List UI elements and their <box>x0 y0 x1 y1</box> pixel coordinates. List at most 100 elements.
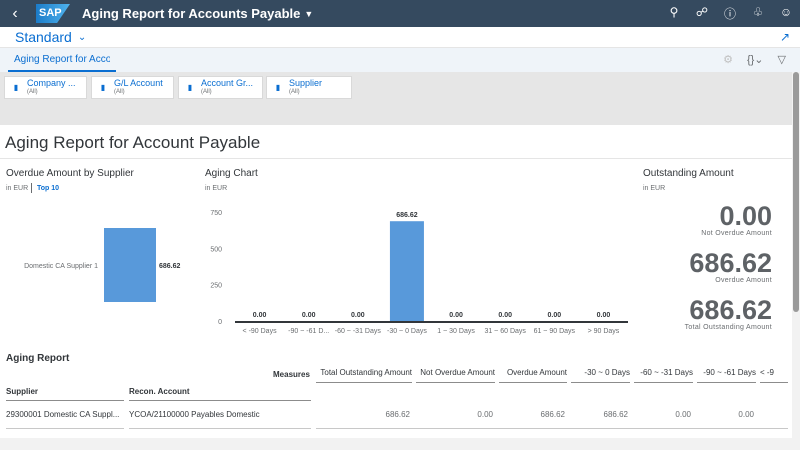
measures-label: Measures <box>273 370 310 379</box>
kpi-not-overdue: 0.00 Not Overdue Amount <box>701 201 772 238</box>
kpi-value: 686.62 <box>689 248 772 278</box>
divider <box>31 183 32 193</box>
filter-label: G/L Account <box>114 77 163 88</box>
chevron-down-icon[interactable]: ▼ <box>304 9 313 19</box>
divider <box>634 382 693 383</box>
x-tick-label: -30 ~ 0 Days <box>387 328 427 335</box>
bar <box>104 228 156 302</box>
cell-supplier: 29300001 Domestic CA Suppl... <box>6 410 120 419</box>
filter-gl-account[interactable]: ▮ G/L Account (All) <box>91 76 174 99</box>
x-tick-label: < -90 Days <box>243 328 278 335</box>
filter-account-group[interactable]: ▮ Account Gr... (All) <box>178 76 263 99</box>
data-label: 0.00 <box>449 312 463 319</box>
filter-value: (All) <box>201 88 212 95</box>
page-title: Aging Report for Account Payable <box>5 133 261 152</box>
col-overdue[interactable]: Overdue Amount <box>499 368 567 377</box>
divider <box>416 382 495 383</box>
y-tick-label: 0 <box>218 319 222 326</box>
cell-minus60-31: 0.00 <box>675 410 691 419</box>
filter-label: Supplier <box>289 77 323 88</box>
shell-bar: ‹ SAP Aging Report for Accounts Payable … <box>0 0 800 27</box>
y-tick-label: 250 <box>210 283 222 290</box>
x-tick-label: > 90 Days <box>588 328 620 335</box>
toolbar: ⚙ {}⌄ ▽ <box>723 53 786 66</box>
category-label: Domestic CA Supplier 1 <box>24 263 98 270</box>
braces-icon[interactable]: {}⌄ <box>747 53 764 66</box>
search-icon[interactable]: ⚲ <box>660 5 688 22</box>
data-label: 0.00 <box>498 312 512 319</box>
kpi-total-outstanding: 686.62 Total Outstanding Amount <box>684 295 772 332</box>
filter-icon[interactable]: ▽ <box>778 53 786 66</box>
tab-aging-report[interactable]: Aging Report for Account Payable <box>14 54 110 65</box>
bar <box>389 221 424 321</box>
divider <box>697 382 756 383</box>
footer-strip <box>0 438 800 450</box>
outstanding-unit: in EUR <box>643 185 666 192</box>
variant-selector[interactable]: Standard <box>15 29 72 45</box>
overdue-bar-chart: Domestic CA Supplier 1 686.62 <box>24 228 181 302</box>
data-label: 0.00 <box>253 312 267 319</box>
kpi-caption: Total Outstanding Amount <box>684 324 772 331</box>
y-tick-label: 750 <box>210 210 222 217</box>
x-tick-label: -90 ~ -61 D... <box>288 328 329 335</box>
top10-toggle[interactable]: Top 10 <box>37 185 59 192</box>
share-icon[interactable]: ↗ <box>780 30 790 44</box>
divider <box>0 158 792 159</box>
x-tick-label: 61 ~ 90 Days <box>534 328 576 335</box>
data-label: 686.62 <box>159 263 181 270</box>
cell-not-overdue: 0.00 <box>477 410 493 419</box>
notification-bell-icon[interactable]: ♧ <box>744 5 772 22</box>
copilot-icon[interactable]: ☍ <box>688 5 716 22</box>
help-icon[interactable]: ⓘ <box>716 5 744 22</box>
aging-unit: in EUR <box>205 185 228 192</box>
app-title[interactable]: Aging Report for Accounts Payable <box>82 6 300 21</box>
filter-company[interactable]: ▮ Company ... (All) <box>4 76 87 99</box>
back-arrow-icon[interactable]: ‹ <box>0 5 30 23</box>
outstanding-card-title: Outstanding Amount <box>643 168 734 179</box>
filter-label: Company ... <box>27 77 76 88</box>
overdue-card-title: Overdue Amount by Supplier <box>6 168 134 179</box>
filter-value: (All) <box>27 88 38 95</box>
kpi-value: 686.62 <box>689 295 772 325</box>
col-recon-account[interactable]: Recon. Account <box>129 387 190 396</box>
col-minus90-61[interactable]: -90 ~ -61 Days <box>697 368 756 377</box>
sap-logo[interactable]: SAP <box>36 4 70 23</box>
divider <box>316 428 788 429</box>
divider <box>6 428 124 429</box>
data-label: 0.00 <box>351 312 365 319</box>
kpi-caption: Overdue Amount <box>715 277 772 284</box>
dimension-icon: ▮ <box>100 83 106 92</box>
cell-minus30-0: 686.62 <box>603 410 628 419</box>
settings-icon[interactable]: ⚙ <box>723 53 733 66</box>
col-minus30-0[interactable]: -30 ~ 0 Days <box>571 368 630 377</box>
col-supplier[interactable]: Supplier <box>6 387 38 396</box>
col-less-minus90[interactable]: < -9 <box>760 368 788 377</box>
filter-supplier[interactable]: ▮ Supplier (All) <box>266 76 352 99</box>
kpi-caption: Not Overdue Amount <box>701 230 772 237</box>
divider <box>760 382 788 383</box>
col-total-outstanding[interactable]: Total Outstanding Amount <box>316 368 412 377</box>
user-icon[interactable]: ☺ <box>772 5 800 22</box>
filter-label: Account Gr... <box>201 77 254 88</box>
x-tick-label: 31 ~ 60 Days <box>484 328 526 335</box>
chevron-down-icon[interactable]: ⌄ <box>78 32 86 43</box>
kpi-overdue: 686.62 Overdue Amount <box>689 248 772 285</box>
data-label: 0.00 <box>548 312 562 319</box>
main-content: Aging Report for Account Payable Overdue… <box>0 125 792 438</box>
col-minus60-31[interactable]: -60 ~ -31 Days <box>634 368 693 377</box>
x-tick-label: 1 ~ 30 Days <box>437 328 475 335</box>
kpi-value: 0.00 <box>719 201 772 231</box>
divider <box>129 400 311 401</box>
cell-recon-account: YCOA/21100000 Payables Domestic <box>129 410 260 419</box>
y-tick-label: 500 <box>210 246 222 253</box>
x-tick-label: -60 ~ -31 Days <box>335 328 382 335</box>
variant-header: Standard ⌄ ↗ <box>0 27 800 47</box>
aging-bar-chart: 0 250 500 750 0.00 < -90 Days 0.00 -90 ~ -61 D.… <box>210 210 628 335</box>
data-label: 0.00 <box>302 312 316 319</box>
divider <box>571 382 630 383</box>
scrollbar-thumb[interactable] <box>793 72 799 312</box>
shell-actions: ⚲ ☍ ⓘ ♧ ☺ <box>660 5 800 22</box>
col-not-overdue[interactable]: Not Overdue Amount <box>416 368 495 377</box>
divider <box>316 382 412 383</box>
table-title: Aging Report <box>6 353 70 364</box>
